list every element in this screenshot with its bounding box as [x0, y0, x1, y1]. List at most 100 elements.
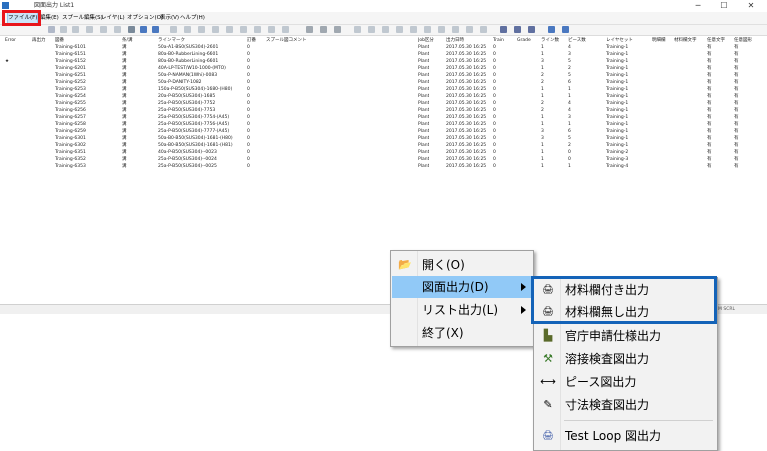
toolbar-icon[interactable] — [396, 26, 403, 33]
toolbar-icon[interactable] — [320, 26, 327, 33]
col-header[interactable]: Train — [493, 37, 504, 44]
toolbar-icon[interactable] — [480, 26, 487, 33]
toolbar-icon[interactable] — [268, 26, 275, 33]
table-row[interactable]: Training-6352 溝 25a-P-B50(SUS304)--0024 0 Pl… — [0, 156, 767, 163]
toolbar-icon[interactable] — [562, 26, 569, 33]
toolbar-icon[interactable] — [212, 26, 219, 33]
menu-item-label: 溶接検査図出力 — [565, 352, 650, 366]
menu-item-government-spec-output[interactable]: ▙ 官庁申請仕様出力 — [535, 325, 716, 347]
menu-item-dimension-inspection-output[interactable]: ✎ 寸法検査図出力 — [535, 394, 716, 416]
toolbar-icon[interactable] — [528, 26, 535, 33]
toolbar-icon[interactable] — [466, 26, 473, 33]
col-header[interactable]: ピース数 — [568, 37, 586, 44]
table-row[interactable]: Training-6251 溝 50a-P-NAMAN(1Whi)-0083 0 Pla… — [0, 72, 767, 79]
toolbar-icon[interactable] — [226, 26, 233, 33]
menu-item-exit[interactable]: 終了(X) — [392, 322, 532, 344]
col-header[interactable]: ラインマーク — [158, 37, 185, 44]
col-header[interactable]: 条/溝 — [122, 37, 133, 44]
toolbar-icon[interactable] — [152, 26, 159, 33]
col-header[interactable]: 任意図形 — [734, 37, 752, 44]
toolbar-icon[interactable] — [100, 26, 107, 33]
table-cell: 有 — [707, 136, 712, 141]
menu-item-drawing-output[interactable]: 図面出力(D) — [392, 276, 532, 298]
table-row[interactable]: Training-6201 溝 40A-LP-TEST/W10-1000-(MTO)… — [0, 65, 767, 72]
toolbar-icon[interactable] — [514, 26, 521, 33]
table-row[interactable]: Training-6302 溝 50a-B0-B50(SUS304)-1681-(H… — [0, 142, 767, 149]
col-header[interactable]: レイヤセット — [606, 37, 633, 44]
col-header[interactable]: Job区分 — [418, 37, 434, 44]
table-row[interactable]: Training-6151 溝 80a-B0-RubberLining-6601 0 P… — [0, 51, 767, 58]
table-row[interactable]: Training-6258 溝 25a-P-B50(SUS304)-7756-(A4… — [0, 121, 767, 128]
col-header[interactable]: ライン数 — [541, 37, 559, 44]
toolbar-icon[interactable] — [548, 26, 555, 33]
col-header[interactable]: 出力日時 — [446, 37, 464, 44]
table-row[interactable]: Training-6353 溝 25a-P-B50(SUS304)--0025 0 Pl… — [0, 163, 767, 170]
toolbar-icon[interactable] — [60, 26, 67, 33]
toolbar-icon[interactable] — [354, 26, 361, 33]
col-header[interactable]: Error — [5, 37, 16, 44]
col-header[interactable]: 明細欄 — [652, 37, 666, 44]
menu-view[interactable]: 表示(V) — [160, 12, 179, 24]
table-cell: 有 — [707, 164, 712, 169]
toolbar-icon[interactable] — [140, 26, 147, 33]
maximize-button[interactable]: ☐ — [713, 0, 735, 12]
menu-edit[interactable]: 編集(E) — [40, 12, 59, 24]
menu-item-list-output[interactable]: リスト出力(L) — [392, 299, 532, 321]
table-cell: Training-1 — [606, 94, 629, 99]
toolbar-icon[interactable] — [368, 26, 375, 33]
toolbar-icon[interactable] — [334, 26, 341, 33]
table-row[interactable]: Training-6301 溝 50a-B0-B50(SUS304)-1681-(H… — [0, 135, 767, 142]
toolbar-icon[interactable] — [254, 26, 261, 33]
toolbar-icon[interactable] — [438, 26, 445, 33]
col-header[interactable]: スプール図コメント — [266, 37, 307, 44]
toolbar-icon[interactable] — [184, 26, 191, 33]
toolbar-icon[interactable] — [128, 26, 135, 33]
menu-spool-edit[interactable]: スプール編集(S) — [62, 12, 103, 24]
col-header[interactable]: 訂番 — [247, 37, 256, 44]
toolbar-icon[interactable] — [410, 26, 417, 33]
col-header[interactable]: 再出力 — [32, 37, 46, 44]
table-row[interactable]: Training-6257 溝 25a-P-B50(SUS304)-7754-(A4… — [0, 114, 767, 121]
toolbar-icon[interactable] — [282, 26, 289, 33]
toolbar-icon[interactable] — [198, 26, 205, 33]
col-header[interactable]: Grade — [517, 37, 531, 44]
toolbar-icon[interactable] — [424, 26, 431, 33]
close-button[interactable]: ✕ — [740, 0, 762, 12]
table-cell: Training-1 — [606, 80, 629, 85]
menu-item-weld-inspection-output[interactable]: ⚒ 溶接検査図出力 — [535, 348, 716, 370]
table-row[interactable]: Training-6254 溝 20a-P-B50(SUS304)-1685 0 Pla… — [0, 93, 767, 100]
table-cell: 有 — [734, 45, 739, 50]
col-header[interactable]: 図番 — [55, 37, 64, 44]
minimize-button[interactable]: ─ — [687, 0, 709, 12]
table-cell: 6 — [568, 80, 571, 85]
menu-item-piece-drawing-output[interactable]: ⟷ ピース図出力 — [535, 371, 716, 393]
col-header[interactable]: 材料欄文字 — [674, 37, 697, 44]
toolbar-icon[interactable] — [240, 26, 247, 33]
menu-layer[interactable]: レイヤ(L) — [101, 12, 125, 24]
toolbar-icon[interactable] — [114, 26, 121, 33]
table-cell: 0 — [247, 115, 250, 120]
col-header[interactable]: 任意文字 — [707, 37, 725, 44]
table-row[interactable]: Training-6252 溝 50a-P-DANITY-1082 0 Plant 201… — [0, 79, 767, 86]
table-row[interactable]: Training-6101 溝 50a-A1-BS0(SUS304)-2601 0 Pl… — [0, 44, 767, 51]
table-row[interactable]: Training-6259 溝 25a-P-B50(SUS304)-7777-(A4… — [0, 128, 767, 135]
menu-item-open[interactable]: 📂 開く(O) — [392, 254, 532, 276]
table-row[interactable]: Training-6253 溝 150a-P-B50(SUS304)-1680-(H… — [0, 86, 767, 93]
toolbar-icon[interactable] — [72, 26, 79, 33]
table-cell: 2 — [568, 143, 571, 148]
table-cell: 有 — [707, 157, 712, 162]
toolbar-icon[interactable] — [500, 26, 507, 33]
toolbar-icon[interactable] — [170, 26, 177, 33]
toolbar-icon[interactable] — [382, 26, 389, 33]
table-row[interactable]: Training-6256 溝 25a-P-B50(SUS304)-7753 0 Pla… — [0, 107, 767, 114]
toolbar-icon[interactable] — [86, 26, 93, 33]
table-row[interactable]: ★ Training-6152 溝 80a-B0-RubberLining-6601 0… — [0, 58, 767, 65]
menu-option[interactable]: オプション(O) — [127, 12, 163, 24]
menu-item-test-loop-output[interactable]: 🖨 Test Loop 図出力 — [535, 425, 716, 447]
table-row[interactable]: Training-6351 溝 40a-P-B50(SUS304)--0023 0 Pl… — [0, 149, 767, 156]
menu-help[interactable]: ヘルプ(H) — [180, 12, 205, 24]
table-row[interactable]: Training-6255 溝 25a-P-B50(SUS304)-7752 0 Pla… — [0, 100, 767, 107]
toolbar-icon[interactable] — [452, 26, 459, 33]
toolbar-icon[interactable] — [306, 26, 313, 33]
toolbar-icon[interactable] — [48, 26, 55, 33]
